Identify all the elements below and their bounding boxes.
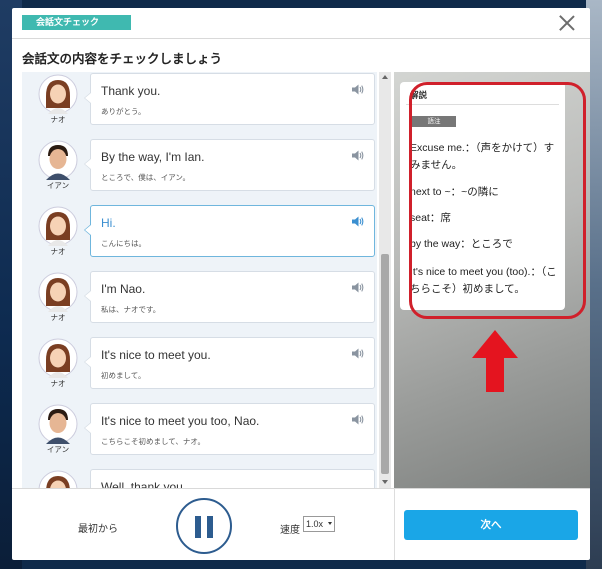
speaker-name: ナオ [50, 313, 66, 322]
english-line: Thank you. [101, 84, 161, 98]
page-title: 会話文の内容をチェックしましょう [22, 52, 223, 66]
english-line: By the way, I'm Ian. [101, 150, 205, 164]
english-line: I'm Nao. [101, 282, 146, 296]
scroll-up-icon[interactable] [382, 75, 388, 79]
pause-button[interactable] [176, 498, 232, 554]
pause-icon [207, 516, 213, 538]
footer-divider [12, 488, 590, 489]
speaker-name: ナオ [50, 379, 66, 388]
speaker-icon[interactable] [352, 282, 364, 293]
japanese-line: こちらこそ初めまして、ナオ。 [101, 437, 205, 446]
conversation-check-dialog: 会話文チェック 会話文の内容をチェックしましょう ナオ Thank you. あ… [12, 8, 590, 560]
english-line: Well, thank you. [101, 480, 187, 488]
header-divider [12, 38, 590, 39]
ian-avatar-icon [38, 404, 78, 444]
speaker-name: ナオ [50, 115, 66, 124]
speaker-name: ナオ [50, 247, 66, 256]
speaker-icon[interactable] [352, 150, 364, 161]
english-line: Hi. [101, 216, 116, 230]
nao-avatar-icon [38, 74, 78, 114]
list-item: Well, thank you. [22, 468, 377, 488]
speaker-icon[interactable] [352, 216, 364, 227]
nao-avatar-icon [38, 338, 78, 378]
japanese-line: ありがとう。 [101, 107, 146, 116]
japanese-line: 私は、ナオです。 [101, 305, 161, 314]
close-icon[interactable] [558, 14, 576, 32]
list-item: ナオ Hi. こんにちは。 [22, 204, 377, 264]
nao-avatar-icon [38, 470, 78, 488]
scroll-thumb[interactable] [381, 254, 389, 474]
line-bubble[interactable]: It's nice to meet you. 初めまして。 [84, 337, 375, 389]
nao-avatar-icon [38, 206, 78, 246]
list-item: ナオ It's nice to meet you. 初めまして。 [22, 336, 377, 396]
scroll-down-icon[interactable] [382, 480, 388, 484]
speaker-icon[interactable] [352, 414, 364, 425]
japanese-line: ところで、僕は、イアン。 [101, 173, 190, 182]
footer-vertical-divider [394, 488, 395, 560]
speaker-name: イアン [46, 181, 70, 190]
list-item: ナオ I'm Nao. 私は、ナオです。 [22, 270, 377, 330]
speed-label: 速度 [280, 525, 300, 536]
english-line: It's nice to meet you. [101, 348, 211, 362]
line-bubble-active[interactable]: Hi. こんにちは。 [84, 205, 375, 257]
line-bubble[interactable]: Well, thank you. [90, 469, 375, 488]
speaker-icon[interactable] [352, 348, 364, 359]
japanese-line: 初めまして。 [101, 371, 146, 380]
english-line: It's nice to meet you too, Nao. [101, 414, 260, 428]
app-background: 会話文チェック 会話文の内容をチェックしましょう ナオ Thank you. あ… [0, 0, 602, 569]
speed-value: 1.0x [306, 519, 324, 529]
nao-avatar-icon [38, 272, 78, 312]
restart-button[interactable]: 最初から [78, 520, 118, 535]
red-arrow-up-icon [472, 330, 518, 392]
line-bubble[interactable]: It's nice to meet you too, Nao. こちらこそ初めま… [84, 403, 375, 455]
pause-icon [195, 516, 201, 538]
japanese-line: こんにちは。 [101, 239, 146, 248]
speaker-icon[interactable] [352, 84, 364, 95]
section-tag: 会話文チェック [22, 15, 131, 30]
speed-select[interactable]: 1.0x [303, 516, 335, 532]
list-item: ナオ Thank you. ありがとう。 [22, 72, 377, 132]
red-highlight-outline [409, 82, 586, 319]
line-bubble[interactable]: I'm Nao. 私は、ナオです。 [84, 271, 375, 323]
next-button[interactable]: 次へ [404, 510, 578, 540]
list-item: イアン By the way, I'm Ian. ところで、僕は、イアン。 [22, 138, 377, 198]
line-bubble[interactable]: Thank you. ありがとう。 [84, 73, 375, 125]
ian-avatar-icon [38, 140, 78, 180]
list-item: イアン It's nice to meet you too, Nao. こちらこ… [22, 402, 377, 462]
chevron-down-icon [328, 522, 332, 525]
line-bubble[interactable]: By the way, I'm Ian. ところで、僕は、イアン。 [84, 139, 375, 191]
conversation-list[interactable]: ナオ Thank you. ありがとう。 イアン By the way, I'm… [22, 72, 377, 488]
conversation-scrollbar[interactable] [379, 72, 391, 488]
speaker-name: イアン [46, 445, 70, 454]
